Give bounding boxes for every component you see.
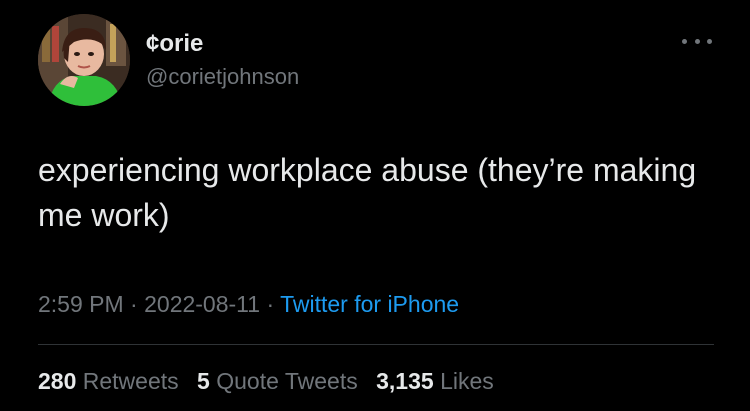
retweets-count: 280 — [38, 368, 77, 394]
likes-stat[interactable]: 3,135 Likes — [376, 368, 494, 394]
avatar-image — [38, 14, 130, 106]
likes-count: 3,135 — [376, 368, 434, 394]
tweet-text: experiencing workplace abuse (they’re ma… — [38, 152, 697, 233]
tweet-source-link[interactable]: Twitter for iPhone — [280, 291, 459, 317]
engagement-stats: 280 Retweets 5 Quote Tweets 3,135 Likes — [38, 368, 506, 395]
more-horizontal-icon-dot — [694, 38, 700, 44]
avatar[interactable] — [38, 14, 130, 106]
more-horizontal-icon — [682, 38, 687, 44]
retweets-stat[interactable]: 280 Retweets — [38, 368, 179, 394]
display-name[interactable]: ¢orie — [146, 30, 203, 58]
retweets-label: Retweets — [82, 368, 179, 394]
meta-separator: · — [123, 291, 145, 317]
tweet-meta: 2:59 PM · 2022-08-11 · Twitter for iPhon… — [38, 291, 459, 318]
more-horizontal-icon-dot — [707, 38, 712, 44]
tweet-date[interactable]: 2022-08-11 — [144, 291, 260, 317]
quote-tweets-count: 5 — [197, 368, 210, 394]
likes-label: Likes — [440, 368, 494, 394]
quote-tweets-label: Quote Tweets — [216, 368, 358, 394]
meta-separator: · — [260, 291, 281, 317]
user-handle[interactable]: @corietjohnson — [146, 64, 299, 90]
tweet-time[interactable]: 2:59 PM — [38, 291, 124, 317]
divider — [38, 344, 714, 345]
more-options-button[interactable] — [682, 34, 712, 48]
quote-tweets-stat[interactable]: 5 Quote Tweets — [197, 368, 358, 394]
tweet-card: ¢orie @corietjohnson experiencing workpl… — [0, 0, 750, 411]
